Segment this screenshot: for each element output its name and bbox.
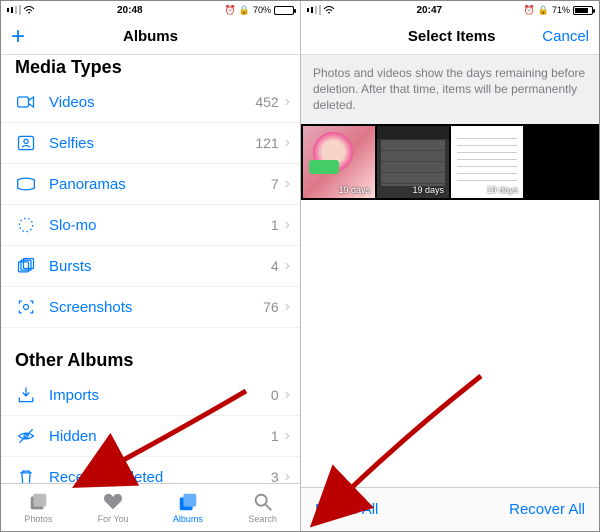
row-label: Screenshots (49, 299, 263, 316)
signal-icon (307, 5, 335, 15)
chevron-right-icon: › (285, 93, 290, 111)
foryou-icon (102, 491, 124, 513)
status-bar: 20:48 ⏰ 🔒 70% (1, 1, 300, 19)
select-items-screen: 20:47 ⏰ 🔒 71% Select Items Cancel Photos… (301, 1, 599, 531)
battery-icon (274, 6, 294, 15)
albums-screen: 20:48 ⏰ 🔒 70% + Albums Media Types Video… (1, 1, 301, 531)
battery-text: 70% (253, 5, 271, 15)
row-label: Recently Deleted (49, 469, 271, 484)
row-label: Videos (49, 94, 255, 111)
row-count: 1 (271, 428, 279, 444)
row-imports[interactable]: Imports 0 › (1, 375, 300, 416)
status-bar: 20:47 ⏰ 🔒 71% (301, 1, 599, 19)
other-albums-list: Imports 0 › Hidden 1 › Recently Deleted … (1, 375, 300, 483)
nav-title: Albums (31, 28, 270, 45)
row-label: Panoramas (49, 176, 271, 193)
delete-all-button[interactable]: Delete All (315, 501, 378, 518)
battery-text: 71% (552, 5, 570, 15)
section-other-albums: Other Albums (1, 342, 300, 375)
orientation-lock-icon: 🔒 (538, 5, 549, 16)
chevron-right-icon: › (285, 386, 290, 404)
tab-bar: Photos For You Albums Search (1, 483, 300, 531)
days-remaining: 19 days (412, 185, 444, 195)
burst-icon (15, 255, 37, 277)
row-count: 121 (255, 135, 278, 151)
chevron-right-icon: › (285, 134, 290, 152)
row-videos[interactable]: Videos 452 › (1, 82, 300, 123)
photo-thumbnail[interactable]: 19 days (303, 126, 375, 198)
orientation-lock-icon: 🔒 (239, 5, 250, 16)
slomo-icon (15, 214, 37, 236)
row-label: Slo-mo (49, 217, 271, 234)
row-count: 76 (263, 299, 279, 315)
chevron-right-icon: › (285, 216, 290, 234)
screenshot-icon (15, 296, 37, 318)
tab-photos[interactable]: Photos (1, 484, 76, 531)
tab-label: Search (248, 514, 277, 524)
status-time: 20:48 (35, 5, 225, 16)
search-icon (252, 491, 274, 513)
chevron-right-icon: › (285, 257, 290, 275)
tab-search[interactable]: Search (225, 484, 300, 531)
battery-icon (573, 6, 593, 15)
days-remaining: 19 days (338, 185, 370, 195)
signal-icon (7, 5, 35, 15)
chevron-right-icon: › (285, 468, 290, 483)
row-count: 3 (271, 469, 279, 483)
nav-bar: Select Items Cancel (301, 19, 599, 55)
thumbnail-grid: 19 days 19 days 19 days (301, 124, 599, 200)
row-count: 452 (255, 94, 278, 110)
row-screenshots[interactable]: Screenshots 76 › (1, 287, 300, 328)
bottom-toolbar: Delete All Recover All (301, 487, 599, 531)
wifi-icon (23, 6, 35, 15)
row-count: 7 (271, 176, 279, 192)
trash-icon (15, 466, 37, 483)
tab-label: Photos (24, 514, 52, 524)
row-panoramas[interactable]: Panoramas 7 › (1, 164, 300, 205)
media-types-list: Videos 452 › Selfies 121 › Panoramas 7 › (1, 82, 300, 328)
row-count: 4 (271, 258, 279, 274)
info-banner: Photos and videos show the days remainin… (301, 55, 599, 124)
status-time: 20:47 (335, 5, 524, 16)
selfie-icon (15, 132, 37, 154)
tab-label: For You (98, 514, 129, 524)
days-remaining: 19 days (486, 185, 518, 195)
wifi-icon (323, 6, 335, 15)
row-label: Imports (49, 387, 271, 404)
recover-all-button[interactable]: Recover All (509, 501, 585, 518)
section-media-types: Media Types (1, 55, 300, 82)
photo-thumbnail[interactable]: 19 days (377, 126, 449, 198)
nav-bar: + Albums (1, 19, 300, 55)
row-label: Hidden (49, 428, 271, 445)
tab-for-you[interactable]: For You (76, 484, 151, 531)
tab-albums[interactable]: Albums (151, 484, 226, 531)
row-label: Bursts (49, 258, 271, 275)
nav-title: Select Items (361, 28, 542, 45)
row-count: 1 (271, 217, 279, 233)
row-bursts[interactable]: Bursts 4 › (1, 246, 300, 287)
row-recently-deleted[interactable]: Recently Deleted 3 › (1, 457, 300, 483)
row-hidden[interactable]: Hidden 1 › (1, 416, 300, 457)
imports-icon (15, 384, 37, 406)
alarm-icon: ⏰ (524, 5, 535, 16)
cancel-button[interactable]: Cancel (542, 28, 589, 45)
row-slomo[interactable]: Slo-mo 1 › (1, 205, 300, 246)
alarm-icon: ⏰ (225, 5, 236, 16)
chevron-right-icon: › (285, 175, 290, 193)
albums-icon (177, 491, 199, 513)
photo-thumbnail[interactable]: 19 days (451, 126, 523, 198)
chevron-right-icon: › (285, 298, 290, 316)
row-label: Selfies (49, 135, 255, 152)
tab-label: Albums (173, 514, 203, 524)
chevron-right-icon: › (285, 427, 290, 445)
add-button[interactable]: + (11, 23, 31, 51)
photos-icon (27, 491, 49, 513)
panorama-icon (15, 173, 37, 195)
row-count: 0 (271, 387, 279, 403)
hidden-icon (15, 425, 37, 447)
video-icon (15, 91, 37, 113)
row-selfies[interactable]: Selfies 121 › (1, 123, 300, 164)
